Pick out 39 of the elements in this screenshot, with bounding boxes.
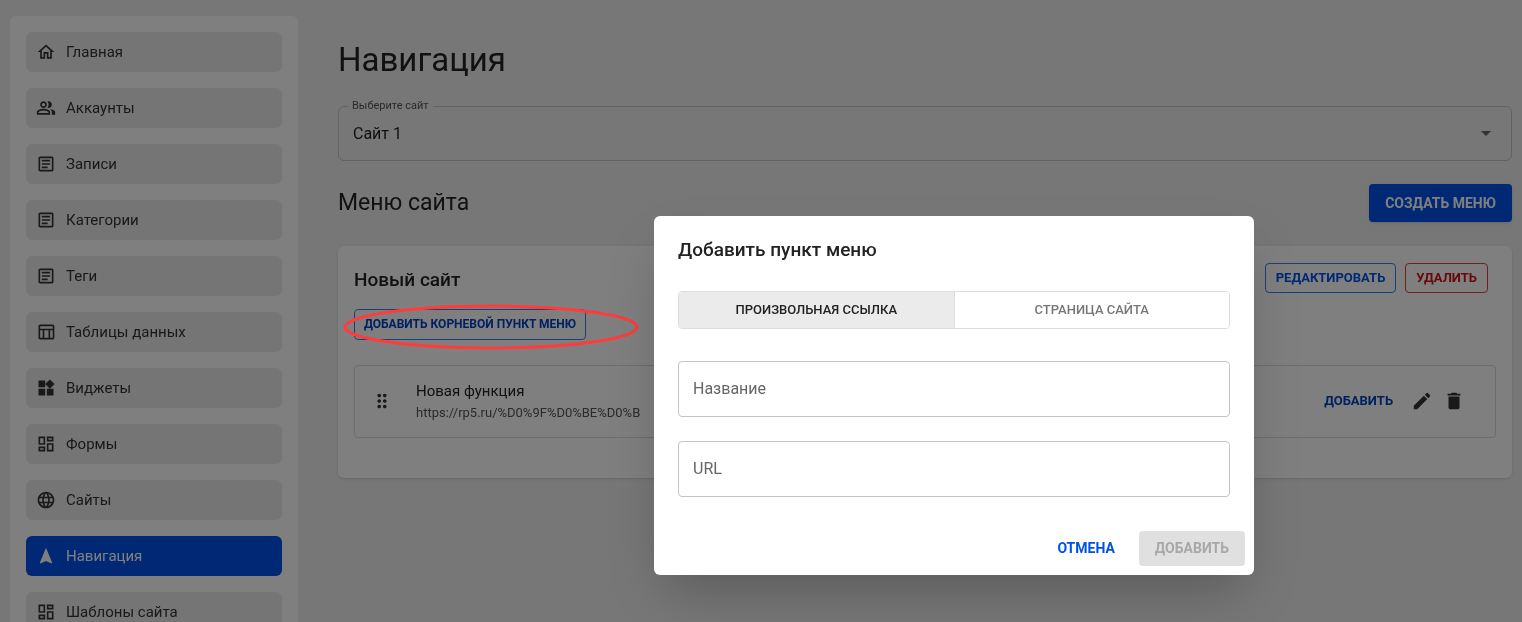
dropdown-caret-icon <box>1481 131 1491 136</box>
globe-icon <box>36 490 56 510</box>
sidebar-item[interactable]: Шаблоны сайта <box>26 592 282 622</box>
people-icon <box>36 98 56 118</box>
document-icon <box>36 210 56 230</box>
dialog-tab[interactable]: ПРОИЗВОЛЬНАЯ ССЫЛКА <box>679 291 954 328</box>
edit-button[interactable]: РЕДАКТИРОВАТЬ <box>1264 263 1397 293</box>
sidebar-item[interactable]: Таблицы данных <box>26 312 282 352</box>
dialog-title: Добавить пункт меню <box>678 237 878 263</box>
delete-button[interactable]: УДАЛИТЬ <box>1405 263 1488 293</box>
sidebar-item[interactable]: Главная <box>26 32 282 72</box>
cancel-button[interactable]: ОТМЕНА <box>1049 531 1123 566</box>
card-title: Новый сайт <box>354 267 461 293</box>
home-icon <box>36 42 56 62</box>
create-menu-button[interactable]: СОЗДАТЬ МЕНЮ <box>1369 184 1512 222</box>
page-title: Навигация <box>338 39 506 81</box>
table-icon <box>36 322 56 342</box>
dashboard-icon <box>36 434 56 454</box>
dialog-tab[interactable]: СТРАНИЦА САЙТА <box>953 291 1229 328</box>
sidebar-item[interactable]: Навигация <box>26 536 282 576</box>
sidebar-item[interactable]: Аккаунты <box>26 88 282 128</box>
text-field[interactable]: Название <box>678 360 1230 417</box>
section-title: Меню сайта <box>338 187 470 218</box>
text-field[interactable]: URL <box>678 440 1230 497</box>
sidebar-item[interactable]: Категории <box>26 200 282 240</box>
sidebar-item[interactable]: Записи <box>26 144 282 184</box>
add-child-button[interactable]: ДОБАВИТЬ <box>1324 391 1393 411</box>
sidebar-item[interactable]: Теги <box>26 256 282 296</box>
widgets-icon <box>36 378 56 398</box>
sidebar-item[interactable]: Формы <box>26 424 282 464</box>
item-url: https://rp5.ru/%D0%9F%D0%BE%D0%B <box>416 403 641 422</box>
edit-pencil-icon[interactable] <box>1411 390 1433 412</box>
sidebar-item[interactable]: Виджеты <box>26 368 282 408</box>
add-root-item-button[interactable]: ДОБАВИТЬ КОРНЕВОЙ ПУНКТ МЕНЮ <box>354 308 587 340</box>
dashboard-icon <box>36 602 56 622</box>
sidebar-item[interactable]: Сайты <box>26 480 282 520</box>
document-icon <box>36 266 56 286</box>
item-title: Новая функция <box>416 381 525 402</box>
document-icon <box>36 154 56 174</box>
